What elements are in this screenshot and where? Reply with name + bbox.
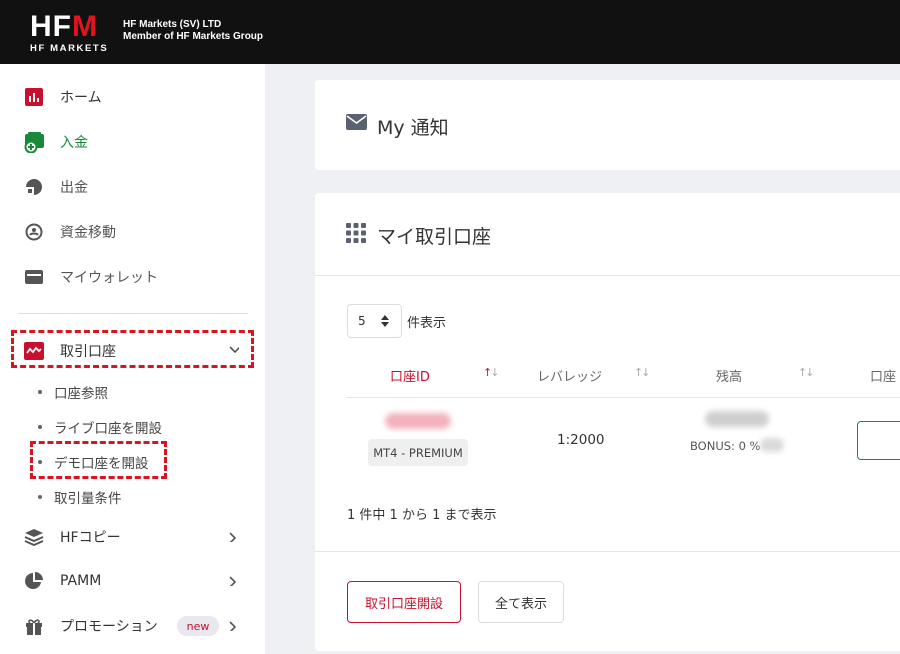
top-header: HFM HF MARKETS HF Markets (SV) LTD Membe…	[0, 0, 900, 64]
sidebar-item-hf-copy[interactable]: HFコピー	[0, 519, 265, 555]
sidebar-item-transfer[interactable]: 資金移動	[0, 214, 265, 250]
column-header-balance[interactable]: 残高	[716, 366, 742, 385]
chevron-right-icon	[229, 532, 237, 542]
accounts-title: マイ取引口座	[377, 226, 492, 248]
column-header-account-more[interactable]: 口座	[870, 366, 896, 385]
highlight-open-demo	[30, 441, 167, 479]
page-size-select[interactable]: 5	[347, 304, 402, 338]
notifications-card: My 通知	[315, 80, 900, 170]
sidebar-item-home[interactable]: ホーム	[0, 79, 265, 115]
balance-redacted	[705, 411, 769, 427]
highlight-trading-accounts	[11, 330, 254, 368]
footer-divider	[315, 551, 900, 552]
table-header-divider	[347, 397, 900, 398]
sort-icon[interactable]: ↑↓	[634, 366, 651, 379]
company-info: HF Markets (SV) LTD Member of HF Markets…	[123, 19, 264, 42]
table-summary: 1 件中 1 から 1 まで表示	[347, 508, 497, 523]
sidebar-item-withdraw[interactable]: 出金	[0, 169, 265, 205]
sort-icon[interactable]: ↑↓	[483, 366, 500, 379]
chevron-right-icon	[229, 621, 237, 631]
sidebar-item-wallet[interactable]: マイウォレット	[0, 259, 265, 295]
page-size-label: 件表示	[407, 316, 447, 331]
gift-icon	[24, 616, 44, 636]
accounts-title-divider	[315, 275, 900, 276]
notifications-title: My 通知	[377, 117, 449, 139]
bonus-value: BONUS: 0 %	[690, 439, 761, 453]
wallet-icon	[24, 267, 44, 287]
column-header-leverage[interactable]: レバレッジ	[537, 366, 602, 385]
hfm-logo[interactable]: HFM HF MARKETS	[30, 12, 114, 55]
sidebar-subitem-volume-conditions[interactable]: 取引量条件	[38, 487, 122, 507]
account-action-button[interactable]	[857, 421, 900, 460]
sidebar: ホーム 入金 出金 資金移動 マイウォレット 取引口座 口座参照 ライブ口座を開…	[0, 64, 265, 654]
sidebar-divider	[18, 313, 248, 314]
grid-icon	[346, 223, 366, 243]
withdraw-icon	[24, 177, 44, 197]
column-header-account-id[interactable]: 口座ID	[390, 366, 430, 385]
new-badge: new	[177, 616, 219, 636]
sort-updown-icon	[381, 315, 389, 327]
transfer-icon	[24, 222, 44, 242]
chevron-right-icon	[229, 576, 237, 586]
accounts-card: マイ取引口座 5 件表示 口座ID ↑↓ レバレッジ ↑↓ 残高 ↑↓ 口座 M…	[315, 193, 900, 651]
sort-icon[interactable]: ↑↓	[798, 366, 815, 379]
sidebar-item-pamm[interactable]: PAMM	[0, 563, 265, 599]
account-type-badge: MT4 - PREMIUM	[368, 439, 468, 466]
open-trading-account-button[interactable]: 取引口座開設	[347, 581, 461, 623]
sidebar-subitem-open-live[interactable]: ライブ口座を開設	[38, 417, 162, 437]
account-id-redacted[interactable]	[385, 413, 451, 429]
leverage-value: 1:2000	[557, 432, 605, 448]
sidebar-subitem-account-list[interactable]: 口座参照	[38, 382, 108, 402]
layers-icon	[24, 527, 44, 547]
bonus-redacted	[760, 438, 784, 452]
bar-chart-icon	[24, 87, 44, 107]
envelope-icon	[346, 114, 367, 130]
sidebar-item-promotion[interactable]: プロモーション new	[0, 608, 265, 644]
show-all-button[interactable]: 全て表示	[478, 581, 564, 623]
deposit-wallet-icon	[24, 132, 44, 153]
sidebar-item-deposit[interactable]: 入金	[0, 124, 265, 160]
pie-chart-icon	[24, 571, 44, 591]
